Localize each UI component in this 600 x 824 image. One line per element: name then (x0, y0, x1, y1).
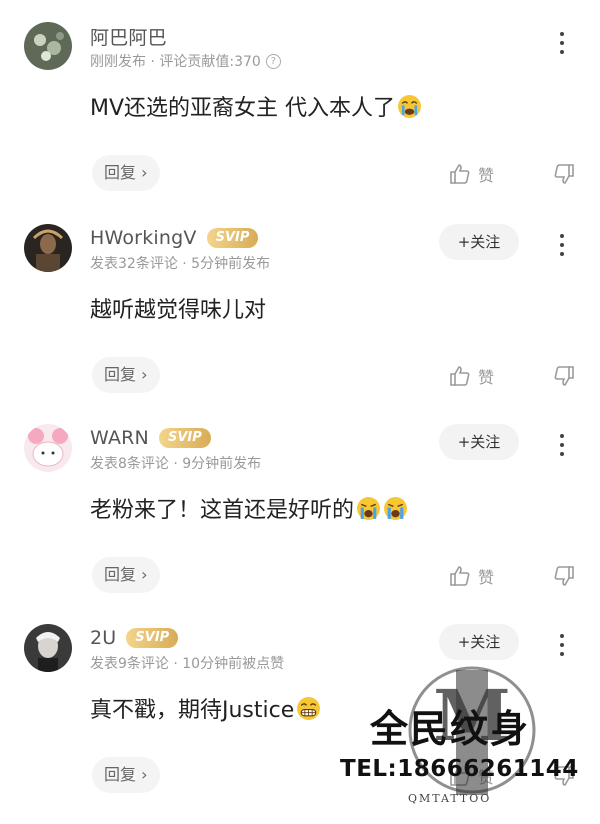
comment-text: 真不戳，期待Justice (90, 692, 321, 724)
comment-3: WARN SVIP 发表8条评论 · 9分钟前发布 +关注 老粉来了！这首还是好… (0, 424, 600, 624)
comment-text: 老粉来了！这首还是好听的 (90, 492, 408, 524)
comment-2: HWorkingV SVIP 发表32条评论 · 5分钟前发布 +关注 越听越觉… (0, 224, 600, 424)
like-button[interactable]: 赞 (448, 162, 494, 186)
svip-badge: SVIP (206, 228, 259, 248)
thumbs-down-icon (554, 366, 574, 386)
username-row: WARN SVIP (90, 426, 211, 450)
dislike-button[interactable] (552, 364, 576, 388)
svip-badge: SVIP (158, 428, 211, 448)
help-icon[interactable]: ? (265, 53, 281, 69)
comment-text: 越听越觉得味儿对 (90, 292, 266, 324)
more-options-icon[interactable] (552, 230, 572, 264)
thumbs-up-icon (450, 566, 470, 586)
svip-badge: SVIP (126, 628, 179, 648)
thumbs-down-icon (554, 164, 574, 184)
watermark-title: 全民纹身 (370, 706, 531, 751)
comment-meta: 发表8条评论 · 9分钟前发布 (90, 453, 261, 473)
comment-1: 阿巴阿巴 刚刚发布 · 评论贡献值:370 ? MV还选的亚裔女主 代入本人了 … (0, 22, 600, 222)
like-button[interactable]: 赞 (448, 364, 494, 388)
follow-button[interactable]: +关注 (439, 424, 519, 460)
sobbing-emoji (357, 496, 380, 520)
dislike-button[interactable] (552, 162, 576, 186)
thumbs-down-icon (554, 566, 574, 586)
comment-text-content: 越听越觉得味儿对 (90, 298, 267, 323)
username[interactable]: 阿巴阿巴 (90, 23, 167, 50)
avatar[interactable] (24, 22, 72, 70)
username-row: 2U SVIP (90, 626, 179, 650)
dislike-button[interactable] (552, 564, 576, 588)
like-button[interactable]: 赞 (448, 564, 494, 588)
reply-button[interactable]: 回复 › (92, 357, 160, 393)
username[interactable]: 2U (90, 627, 116, 649)
avatar[interactable] (24, 224, 72, 272)
meta-text: 发表8条评论 · 9分钟前发布 (90, 456, 262, 472)
comment-text-content: 老粉来了！这首还是好听的 (90, 498, 355, 523)
comment-text-content: 真不戳，期待Justice (90, 698, 295, 723)
more-options-icon[interactable] (552, 430, 572, 464)
username-row: 阿巴阿巴 (90, 23, 167, 50)
avatar[interactable] (24, 624, 72, 672)
like-label: 赞 (478, 568, 495, 587)
sobbing-emoji (384, 496, 407, 520)
reply-button[interactable]: 回复 › (92, 557, 160, 593)
thumbs-up-icon (450, 366, 470, 386)
thumbs-up-icon (450, 164, 470, 184)
avatar[interactable] (24, 424, 72, 472)
username[interactable]: HWorkingV (90, 227, 197, 249)
crying-emoji (398, 94, 421, 118)
meta-text: 刚刚发布 · 评论贡献值:370 (90, 54, 261, 70)
comment-text-content: MV还选的亚裔女主 代入本人了 (90, 96, 396, 121)
grimacing-emoji (297, 696, 321, 720)
reply-button[interactable]: 回复 › (92, 757, 160, 793)
like-label: 赞 (478, 166, 495, 185)
reply-button[interactable]: 回复 › (92, 155, 160, 191)
watermark-tel: TEL:18666261144 (340, 756, 579, 782)
meta-text: 发表32条评论 · 5分钟前发布 (90, 256, 271, 272)
username[interactable]: WARN (90, 427, 149, 449)
like-label: 赞 (478, 368, 495, 387)
more-options-icon[interactable] (552, 28, 572, 62)
comment-meta: 刚刚发布 · 评论贡献值:370 ? (90, 51, 281, 71)
comment-meta: 发表32条评论 · 5分钟前发布 (90, 253, 270, 273)
comment-text: MV还选的亚裔女主 代入本人了 (90, 90, 422, 122)
comment-meta: 发表9条评论 · 10分钟前被点赞 (90, 653, 284, 673)
username-row: HWorkingV SVIP (90, 226, 259, 250)
watermark-brand: QMTATTOO (408, 792, 492, 805)
meta-text: 发表9条评论 · 10分钟前被点赞 (90, 656, 285, 672)
follow-button[interactable]: +关注 (439, 224, 519, 260)
